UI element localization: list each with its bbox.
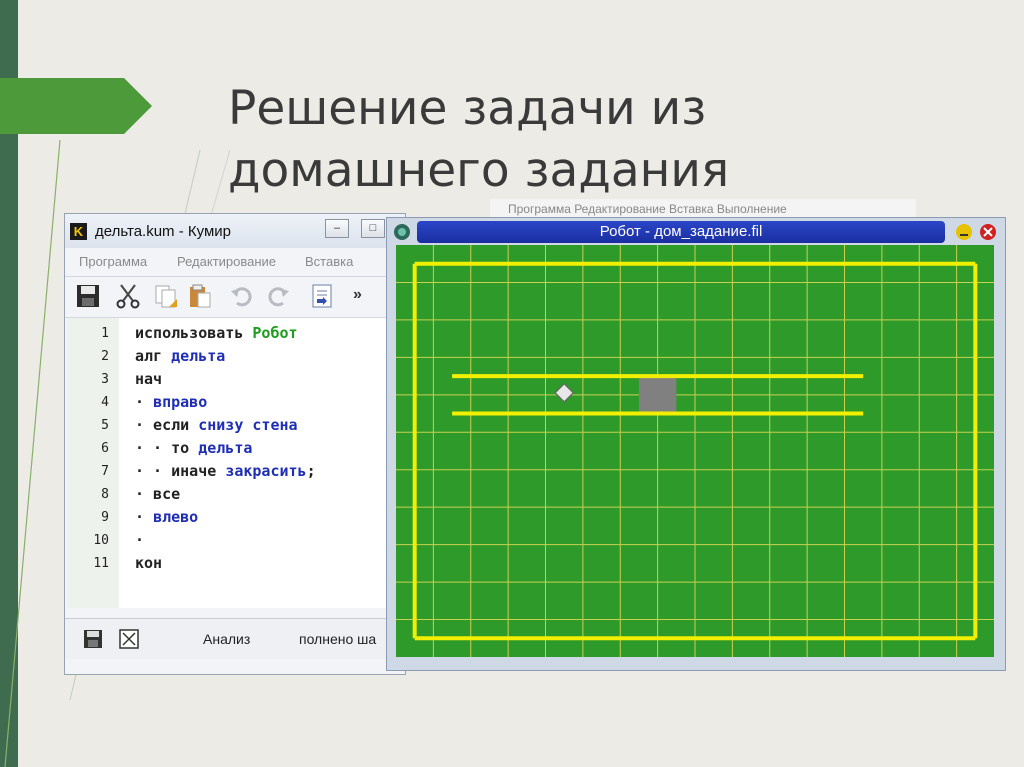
code-line: нач <box>135 370 162 388</box>
background-menu-text: Программа Редактирование Вставка Выполне… <box>508 202 787 216</box>
undo-icon[interactable] <box>229 283 255 309</box>
menu-program[interactable]: Программа <box>79 254 147 269</box>
menu-edit[interactable]: Редактирование <box>177 254 276 269</box>
code-line: алг дельта <box>135 347 225 365</box>
background-window-menubar: Программа Редактирование Вставка Выполне… <box>490 199 916 219</box>
code-line: · все <box>135 485 180 503</box>
line-number: 2 <box>101 349 109 364</box>
code-editor[interactable]: 1 2 3 4 5 6 7 8 9 10 11 использовать Робот алг дель… <box>67 318 401 608</box>
insert-icon[interactable] <box>309 283 335 309</box>
code-token: закрасить <box>225 462 307 480</box>
code-token: · все <box>135 485 181 503</box>
line-number: 9 <box>101 510 109 525</box>
code-line: использовать Робот <box>135 324 298 342</box>
code-line: · если снизу стена <box>135 416 298 434</box>
robot-titlebar[interactable]: Робот - дом_задание.fil <box>387 218 1005 246</box>
line-number-gutter: 1 2 3 4 5 6 7 8 9 10 11 <box>67 318 119 608</box>
code-token: нач <box>135 370 163 388</box>
robot-app-icon <box>394 224 410 240</box>
slide-title: Решение задачи из домашнего задания <box>228 78 948 202</box>
robot-field[interactable] <box>396 245 994 657</box>
kumir-window: K дельта.kum - Кумир – □ Программа Редак… <box>64 213 406 675</box>
copy-icon[interactable] <box>153 283 179 309</box>
toolbar-more-button[interactable]: » <box>353 286 362 304</box>
code-token: использовать <box>135 324 253 342</box>
maximize-button[interactable]: □ <box>361 219 385 238</box>
code-line: · · то дельта <box>135 439 252 457</box>
status-analysis-label: Анализ <box>203 631 251 647</box>
kumir-statusbar: Анализ полнено ша <box>65 618 405 659</box>
code-line: · · иначе закрасить; <box>135 462 316 480</box>
code-token: Робот <box>252 324 298 342</box>
code-line: · вправо <box>135 393 207 411</box>
painted-cell <box>638 376 677 414</box>
line-number: 4 <box>101 395 109 410</box>
robot-minimize-button[interactable] <box>955 223 973 241</box>
redo-icon[interactable] <box>265 283 291 309</box>
paste-icon[interactable] <box>187 283 213 309</box>
line-number: 8 <box>101 487 109 502</box>
slide-title-line1: Решение задачи из <box>228 81 707 136</box>
kumir-logo-icon: K <box>70 223 87 240</box>
code-token: · если <box>135 416 199 434</box>
robot-window-title: Робот - дом_задание.fil <box>599 223 763 240</box>
line-number: 7 <box>101 464 109 479</box>
code-token: кон <box>135 554 163 572</box>
code-token: · · иначе <box>135 462 226 480</box>
line-number: 6 <box>101 441 109 456</box>
code-token: · <box>135 508 154 526</box>
kumir-titlebar[interactable]: K дельта.kum - Кумир – □ <box>65 214 405 248</box>
minimize-button[interactable]: – <box>325 219 349 238</box>
green-arrow-banner <box>0 78 152 134</box>
kumir-window-title: дельта.kum - Кумир <box>95 223 231 240</box>
status-save-icon[interactable] <box>83 629 103 649</box>
line-number: 5 <box>101 418 109 433</box>
line-number: 3 <box>101 372 109 387</box>
robot-title-pill: Робот - дом_задание.fil <box>417 221 945 243</box>
code-line: · влево <box>135 508 198 526</box>
line-number: 11 <box>93 556 109 571</box>
status-done-label: полнено ша <box>299 631 377 647</box>
code-token: ; <box>306 462 316 480</box>
slide-title-line2: домашнего задания <box>228 143 730 198</box>
code-token: алг <box>135 347 172 365</box>
code-token: · <box>135 531 145 549</box>
robot-window: Робот - дом_задание.fil <box>386 217 1006 671</box>
kumir-toolbar: » <box>65 276 405 318</box>
line-number: 10 <box>93 533 109 548</box>
robot-close-button[interactable] <box>979 223 997 241</box>
code-line: · <box>135 531 144 549</box>
code-token: · · то <box>135 439 199 457</box>
code-token: дельта <box>198 439 253 457</box>
status-close-icon[interactable] <box>119 629 139 649</box>
save-icon[interactable] <box>75 283 101 309</box>
code-token: влево <box>153 508 199 526</box>
line-number: 1 <box>101 326 109 341</box>
code-token: снизу стена <box>198 416 298 434</box>
code-token: дельта <box>171 347 226 365</box>
code-line: кон <box>135 554 162 572</box>
code-token: вправо <box>153 393 208 411</box>
code-token: · <box>135 393 154 411</box>
menu-insert[interactable]: Вставка <box>305 254 353 269</box>
cut-icon[interactable] <box>115 283 141 309</box>
kumir-menubar: Программа Редактирование Вставка <box>65 250 405 274</box>
